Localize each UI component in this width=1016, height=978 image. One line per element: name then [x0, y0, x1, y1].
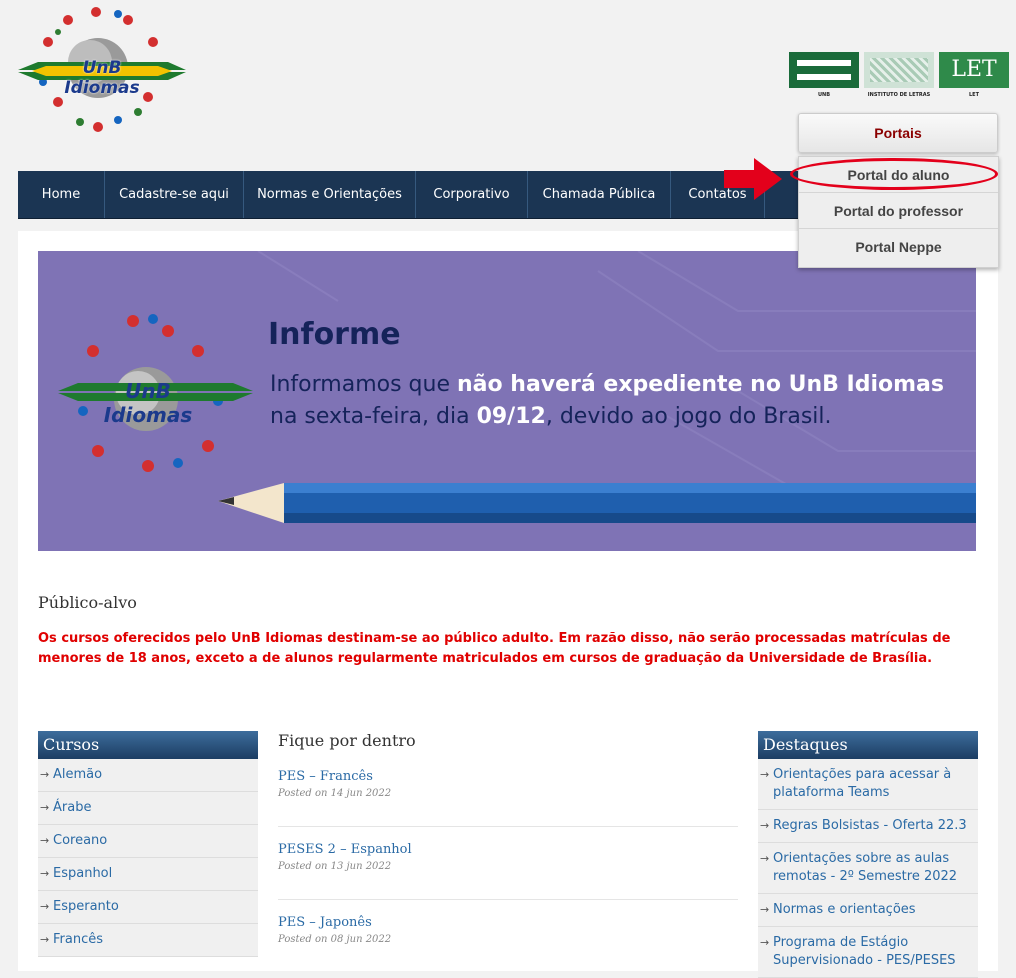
banner-line1-bold: não haverá expediente no UnB Idiomas	[457, 372, 944, 397]
cursos-header: Cursos	[38, 731, 258, 759]
banner-line2-bold: 09/12	[476, 404, 546, 429]
curso-label: Francês	[53, 932, 104, 947]
portal-do-professor-item[interactable]: Portal do professor	[799, 193, 998, 229]
arrow-icon: →	[760, 936, 770, 949]
curso-label: Alemão	[53, 767, 103, 782]
portal-neppe-item[interactable]: Portal Neppe	[799, 229, 998, 265]
nav-normas[interactable]: Normas e Orientações	[244, 171, 416, 218]
partner-logos: UNB INSTITUTO DE LETRAS LET LET	[789, 52, 1011, 100]
header: UnB Idiomas UNB INSTITUTO DE LETRAS LET …	[0, 0, 1016, 170]
logo-text: UnB Idiomas	[64, 58, 140, 98]
post-title[interactable]: PES – Japonês	[278, 915, 738, 930]
curso-label: Esperanto	[53, 899, 119, 914]
curso-label: Espanhol	[53, 866, 113, 881]
banner-line2-suffix: , devido ao jogo do Brasil.	[545, 404, 832, 429]
nav-corporativo[interactable]: Corporativo	[416, 171, 528, 218]
arrow-icon: →	[760, 768, 770, 781]
instituto-letras-label: INSTITUTO DE LETRAS	[867, 92, 931, 98]
nav-cadastre-se[interactable]: Cadastre-se aqui	[105, 171, 244, 218]
destaque-item[interactable]: → Programa de Estágio Supervisionado - PE…	[758, 927, 978, 978]
banner-line1-prefix: Informamos que	[270, 372, 457, 397]
main-content: UnB Idiomas Informe Informamos que não h…	[18, 231, 998, 978]
instituto-letras-logo[interactable]	[864, 52, 934, 88]
curso-item[interactable]: → Francês	[38, 924, 258, 957]
destaque-label: Orientações para acessar à plataforma Te…	[773, 767, 952, 800]
banner-message: Informamos que não haverá expediente no …	[270, 369, 960, 433]
red-arrow-icon	[724, 158, 782, 200]
highlight-ellipse	[790, 158, 998, 190]
portais-button[interactable]: Portais	[798, 113, 998, 153]
post-item: PES – Japonês Posted on 08 jun 2022	[278, 915, 738, 973]
post-date: Posted on 08 jun 2022	[278, 934, 392, 945]
curso-item[interactable]: → Árabe	[38, 792, 258, 825]
post-item: PES – Francês Posted on 14 jun 2022	[278, 769, 738, 827]
fique-por-dentro-title: Fique por dentro	[278, 731, 416, 750]
curso-item[interactable]: → Esperanto	[38, 891, 258, 924]
destaque-label: Orientações sobre as aulas remotas - 2º …	[773, 851, 958, 884]
post-title[interactable]: PESES 2 – Espanhol	[278, 842, 738, 857]
arrow-icon: →	[760, 852, 770, 865]
unb-label: UNB	[817, 92, 831, 98]
arrow-icon: →	[40, 867, 50, 880]
arrow-icon: →	[40, 768, 50, 781]
banner-logo-text: UnB Idiomas	[103, 379, 193, 427]
destaques-list: → Orientações para acessar à plataforma T…	[758, 759, 978, 978]
curso-label: Coreano	[53, 833, 108, 848]
arrow-icon: →	[40, 801, 50, 814]
let-logo[interactable]: LET	[939, 52, 1009, 88]
publico-alvo-notice: Os cursos oferecidos pelo UnB Idiomas de…	[38, 631, 951, 666]
nav-home[interactable]: Home	[18, 171, 105, 218]
destaque-label: Regras Bolsistas - Oferta 22.3	[773, 818, 967, 833]
post-date: Posted on 14 jun 2022	[278, 788, 392, 799]
cursos-list: → Alemão → Árabe → Coreano → Espanhol → Esper…	[38, 759, 258, 957]
post-title[interactable]: PES – Francês	[278, 769, 738, 784]
arrow-icon: →	[40, 933, 50, 946]
destaque-item[interactable]: → Normas e orientações	[758, 894, 978, 927]
arrow-icon: →	[760, 903, 770, 916]
nav-chamada-publica[interactable]: Chamada Pública	[528, 171, 671, 218]
curso-item[interactable]: → Coreano	[38, 825, 258, 858]
destaque-label: Normas e orientações	[773, 902, 916, 917]
banner-title: Informe	[268, 317, 401, 352]
destaque-item[interactable]: → Regras Bolsistas - Oferta 22.3	[758, 810, 978, 843]
unb-logo[interactable]	[789, 52, 859, 88]
arrow-icon: →	[40, 900, 50, 913]
arrow-icon: →	[760, 819, 770, 832]
banner-line2-prefix: na sexta-feira, dia	[270, 404, 477, 429]
curso-label: Árabe	[53, 800, 92, 815]
arrow-icon: →	[40, 834, 50, 847]
let-label: LET	[968, 92, 979, 98]
destaque-item[interactable]: → Orientações sobre as aulas remotas - 2º…	[758, 843, 978, 894]
curso-item[interactable]: → Alemão	[38, 759, 258, 792]
destaque-item[interactable]: → Orientações para acessar à plataforma T…	[758, 759, 978, 810]
informe-banner[interactable]: UnB Idiomas Informe Informamos que não h…	[38, 251, 976, 551]
unb-idiomas-logo[interactable]: UnB Idiomas	[18, 2, 186, 138]
curso-item[interactable]: → Espanhol	[38, 858, 258, 891]
post-date: Posted on 13 jun 2022	[278, 861, 392, 872]
destaque-label: Programa de Estágio Supervisionado - PES…	[773, 935, 956, 968]
post-item: PESES 2 – Espanhol Posted on 13 jun 2022	[278, 842, 738, 900]
destaques-header: Destaques	[758, 731, 978, 759]
publico-alvo-title: Público-alvo	[38, 593, 137, 612]
